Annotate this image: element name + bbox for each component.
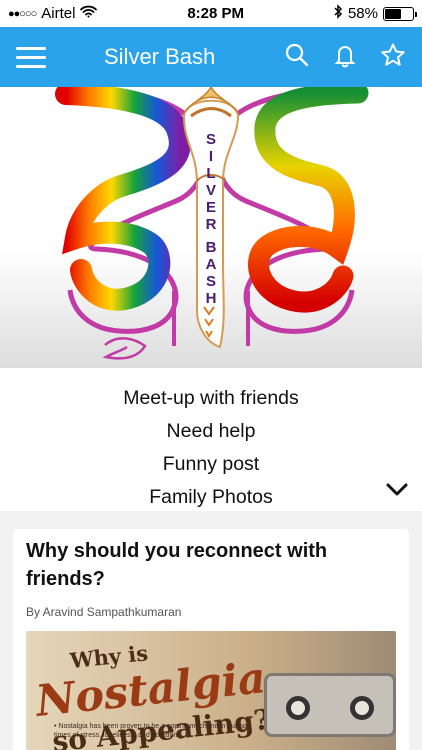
article-image[interactable]: Why is Nostalgia so Appealing? • Nostalg… bbox=[26, 631, 396, 750]
logo-letter: A bbox=[205, 256, 217, 273]
app-bar: Silver Bash bbox=[0, 27, 422, 87]
app-title: Silver Bash bbox=[104, 44, 216, 69]
article-title[interactable]: Why should you reconnect with friends? bbox=[26, 537, 396, 593]
star-icon[interactable] bbox=[380, 42, 406, 73]
battery-group: 58% bbox=[334, 4, 417, 23]
battery-percentage: 58% bbox=[347, 5, 378, 22]
article-card[interactable]: Why should you reconnect with friends? B… bbox=[13, 529, 409, 750]
logo-letter: R bbox=[205, 216, 217, 233]
silver-bash-banner: S I L V E R B A S H bbox=[0, 87, 422, 368]
logo-letter: H bbox=[205, 290, 217, 307]
signal-strength-icon: ●●○○○ bbox=[8, 7, 37, 20]
battery-icon bbox=[383, 6, 417, 21]
article-feed: Why should you reconnect with friends? B… bbox=[0, 511, 422, 750]
app-actions bbox=[284, 42, 406, 73]
tape-reel-icon bbox=[350, 696, 374, 720]
logo-letter: E bbox=[205, 199, 216, 216]
menu-item-family-photos[interactable]: Family Photos bbox=[0, 481, 422, 514]
hamburger-menu-button[interactable] bbox=[16, 42, 46, 72]
status-time: 8:28 PM bbox=[187, 5, 245, 22]
logo-letter: B bbox=[205, 239, 217, 256]
bluetooth-icon bbox=[334, 4, 343, 23]
tape-reel-icon bbox=[286, 696, 310, 720]
menu-item-meet-up[interactable]: Meet-up with friends bbox=[0, 382, 422, 415]
wifi-icon bbox=[80, 5, 98, 22]
cassette-tape-icon bbox=[264, 673, 396, 737]
logo-letter: L bbox=[206, 165, 216, 182]
article-image-bullet: Nostalgia has been proven to be a coping… bbox=[54, 723, 247, 739]
carrier-name: Airtel bbox=[41, 5, 76, 22]
logo-letter: V bbox=[205, 182, 216, 199]
status-bar: ●●○○○ Airtel 8:28 PM 58% bbox=[0, 0, 422, 27]
bell-icon[interactable] bbox=[332, 42, 358, 73]
menu-item-need-help[interactable]: Need help bbox=[0, 415, 422, 448]
chevron-down-icon[interactable] bbox=[384, 477, 410, 503]
menu-line-icon bbox=[16, 46, 46, 50]
logo-letter: I bbox=[208, 148, 214, 165]
menu-line-icon bbox=[16, 64, 46, 68]
menu-item-funny-post[interactable]: Funny post bbox=[0, 448, 422, 481]
battery-level-fill bbox=[385, 8, 401, 19]
article-image-caption: • Nostalgia has been proven to be a copi… bbox=[54, 723, 247, 739]
article-author: By Aravind Sampathkumaran bbox=[26, 605, 182, 619]
logo-letter: S bbox=[205, 273, 216, 290]
category-menu: Meet-up with friends Need help Funny pos… bbox=[0, 368, 422, 511]
menu-line-icon bbox=[16, 55, 46, 59]
logo-letter: S bbox=[205, 131, 216, 148]
silver-bash-vertical-text: S I L V E R B A S H bbox=[202, 131, 220, 307]
search-icon[interactable] bbox=[284, 42, 310, 73]
carrier-group: ●●○○○ Airtel bbox=[8, 5, 98, 22]
